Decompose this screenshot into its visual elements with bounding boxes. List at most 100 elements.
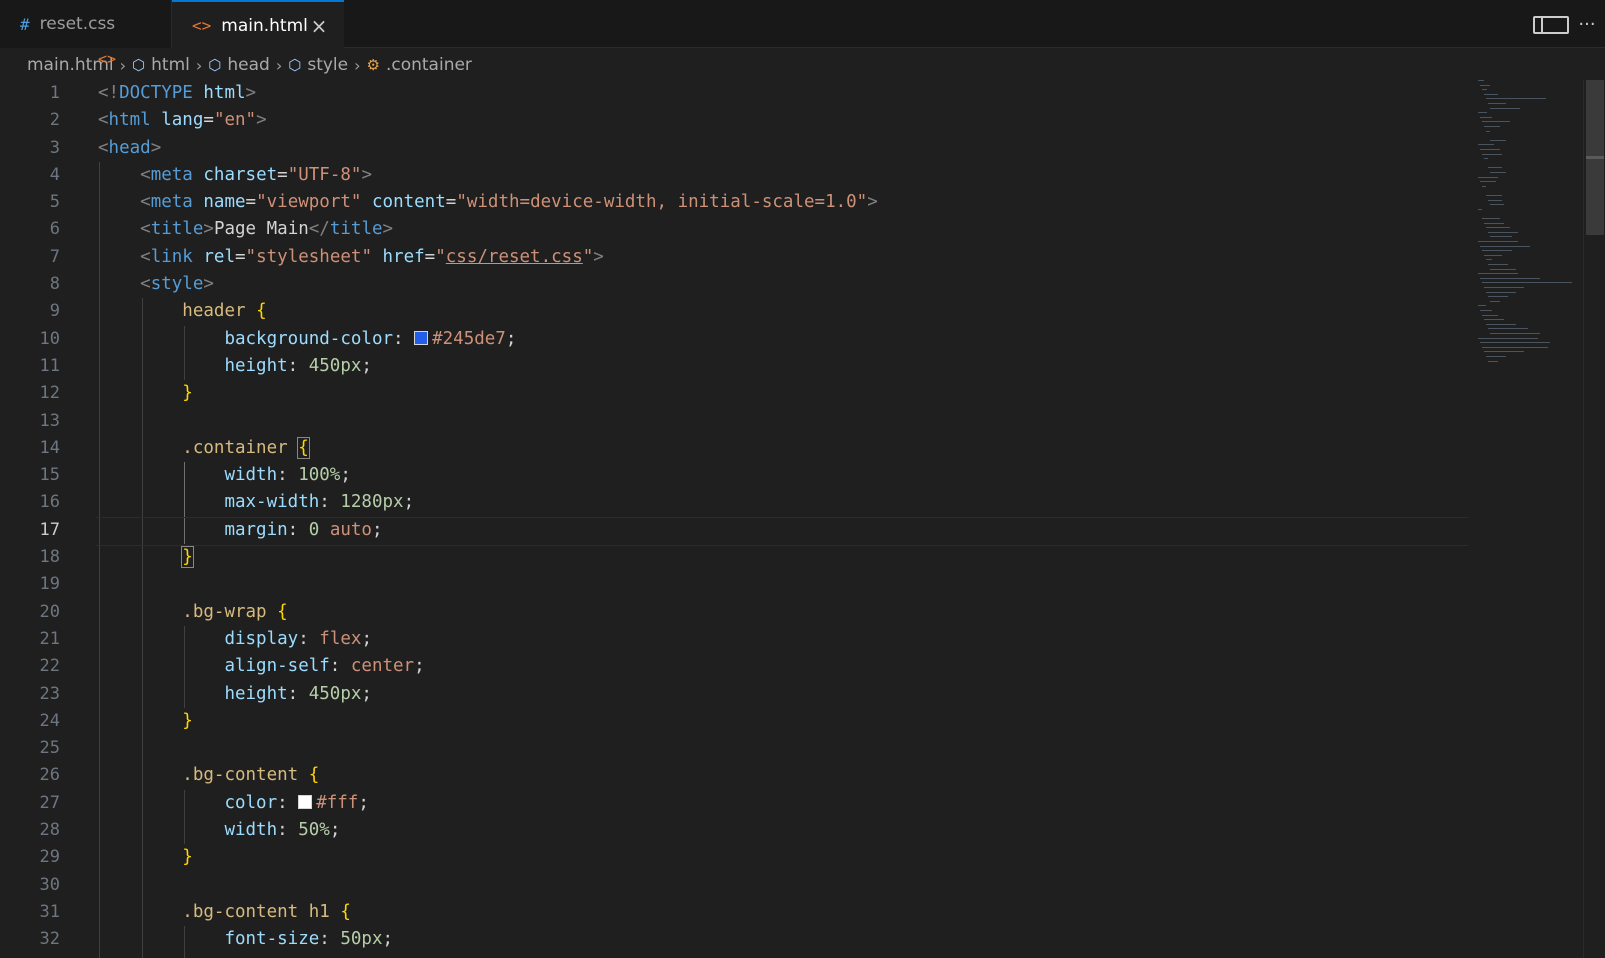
code-token: title	[150, 219, 204, 240]
split-editor-button[interactable]	[1533, 14, 1569, 35]
code-token: =	[445, 192, 457, 213]
code-token: 50%	[298, 820, 330, 841]
minimap-line	[1478, 241, 1518, 242]
code-token: 0	[308, 519, 330, 540]
code-token: auto	[329, 519, 372, 540]
code-area[interactable]: <!DOCTYPE html> <html lang="en"> <head> <m…	[96, 80, 1468, 958]
line-number: 11	[39, 355, 60, 376]
code-line[interactable]: <!DOCTYPE html>	[98, 80, 1468, 107]
code-token: :	[277, 792, 299, 813]
tab-label: reset.css	[39, 14, 116, 34]
code-token: :	[393, 328, 415, 349]
code-line[interactable]: color: #fff;	[98, 790, 1468, 817]
code-line[interactable]: .bg-wrap {	[98, 599, 1468, 626]
code-line[interactable]: .bg-content {	[98, 762, 1468, 789]
code-token: align-self	[224, 656, 330, 677]
code-line[interactable]	[98, 735, 1468, 762]
code-token: :	[319, 492, 341, 513]
code-line[interactable]: <html lang="en">	[98, 107, 1468, 134]
code-token: font-size	[224, 929, 320, 950]
code-line[interactable]: max-width: 1280px;	[98, 489, 1468, 516]
minimap[interactable]	[1470, 80, 1580, 380]
code-line[interactable]: font-size: 50px;	[98, 926, 1468, 953]
minimap-line	[1490, 300, 1500, 302]
code-line[interactable]	[98, 408, 1468, 435]
line-number: 9	[49, 301, 60, 322]
tab-reset-css[interactable]: # reset.css	[0, 0, 172, 48]
code-token: 100%	[298, 465, 341, 486]
code-line[interactable]: background-color: #245de7;	[98, 326, 1468, 353]
color-swatch[interactable]	[414, 330, 429, 345]
vertical-scrollbar[interactable]	[1583, 80, 1605, 958]
code-line[interactable]	[98, 571, 1468, 598]
html-code-icon: <>	[98, 50, 117, 68]
code-token: >	[150, 137, 162, 158]
color-swatch[interactable]	[298, 794, 313, 809]
code-token: }	[182, 383, 193, 404]
code-line[interactable]: margin: 0 auto;	[96, 516, 1468, 547]
minimap-line	[1480, 149, 1500, 150]
minimap-line	[1486, 130, 1490, 132]
code-line[interactable]: <meta charset="UTF-8">	[98, 162, 1468, 189]
line-number: 26	[39, 765, 60, 786]
code-line[interactable]: <head>	[98, 135, 1468, 162]
minimap-line	[1482, 185, 1486, 187]
code-token: 450px	[308, 683, 362, 704]
code-line[interactable]: .container {	[98, 435, 1468, 462]
code-line[interactable]: }	[98, 708, 1468, 735]
more-actions-button[interactable]: ···	[1569, 14, 1605, 35]
code-line[interactable]: width: 50%;	[98, 817, 1468, 844]
minimap-line	[1480, 342, 1550, 344]
code-token: :	[329, 656, 351, 677]
code-token: width	[224, 820, 278, 841]
close-icon[interactable]: ×	[308, 14, 330, 38]
code-line[interactable]: width: 100%;	[98, 462, 1468, 489]
code-line[interactable]: }	[98, 544, 1468, 571]
code-line[interactable]: .bg-content h1 {	[98, 899, 1468, 926]
minimap-line	[1490, 236, 1512, 238]
minimap-line	[1484, 222, 1504, 224]
code-token: <	[140, 219, 151, 240]
minimap-line	[1486, 195, 1502, 196]
code-token: flex	[319, 628, 362, 649]
code-token: {	[277, 601, 288, 622]
code-line[interactable]: <link rel="stylesheet" href="css/reset.c…	[98, 244, 1468, 271]
code-line[interactable]: align-self: center;	[98, 653, 1468, 680]
minimap-line	[1484, 319, 1504, 321]
code-line[interactable]: }	[98, 380, 1468, 407]
line-number-gutter: 1 2 3 4 5 6 7 8 9 10 11 12 13 14 15 16 17 18 19 20 21 22 23 24 2…	[0, 80, 78, 954]
code-token: 1280px	[340, 492, 404, 513]
code-line[interactable]	[98, 872, 1468, 899]
code-line[interactable]: header {	[98, 298, 1468, 325]
line-number: 13	[39, 410, 60, 431]
tab-main-html[interactable]: <> main.html ×	[172, 0, 344, 49]
code-line[interactable]: <style>	[98, 271, 1468, 298]
code-line[interactable]: <meta name="viewport" content="width=dev…	[98, 189, 1468, 216]
code-line[interactable]: }	[98, 844, 1468, 871]
minimap-line	[1486, 323, 1516, 325]
minimap-line	[1488, 360, 1498, 362]
code-line[interactable]: <title>Page Main</title>	[98, 216, 1468, 243]
minimap-line	[1488, 199, 1502, 201]
code-line[interactable]: height: 450px;	[98, 353, 1468, 380]
code-token: "	[435, 246, 446, 267]
code-line[interactable]: height: 450px;	[98, 681, 1468, 708]
line-number: 20	[39, 601, 60, 622]
breadcrumb: <> main.html › ⬡ html › ⬡ head › ⬡ style…	[0, 50, 1605, 80]
code-editor[interactable]: 1 2 3 4 5 6 7 8 9 10 11 12 13 14 15 16 17 18 19 20 21 22 23 24 2…	[0, 80, 1605, 958]
code-token: rel	[203, 246, 235, 267]
code-line[interactable]: display: flex;	[98, 626, 1468, 653]
code-token: <	[140, 274, 151, 295]
minimap-line	[1484, 158, 1488, 160]
code-token: margin	[224, 519, 288, 540]
breadcrumb-item-file[interactable]: <> main.html	[27, 50, 116, 75]
